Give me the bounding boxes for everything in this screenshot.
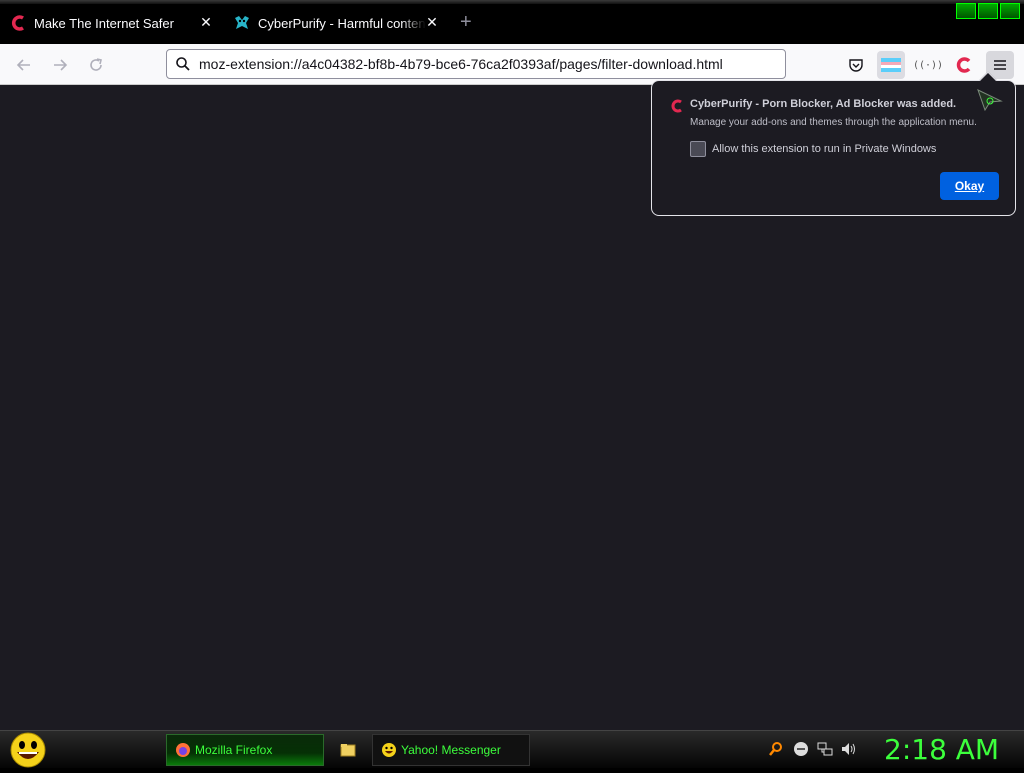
- extension-flag-icon[interactable]: [877, 51, 905, 79]
- forward-button[interactable]: [48, 53, 72, 77]
- mouse-cursor-icon: [977, 89, 1003, 116]
- extension-added-popup: CyberPurify - Porn Blocker, Ad Blocker w…: [651, 71, 1016, 216]
- network-icon[interactable]: [817, 741, 833, 757]
- browser-window: Make The Internet Safer ✕ CyberPurify - …: [0, 0, 1024, 730]
- cyberpurify-bird-icon: [234, 15, 250, 31]
- minimize-button[interactable]: [956, 3, 976, 19]
- close-tab-icon[interactable]: ✕: [198, 14, 214, 31]
- folder-icon: [340, 742, 356, 758]
- messenger-status-icon[interactable]: [793, 741, 809, 757]
- close-window-button[interactable]: [1000, 3, 1020, 19]
- tab-make-internet-safer[interactable]: Make The Internet Safer ✕: [10, 5, 220, 41]
- navigation-toolbar: moz-extension://a4c04382-bf8b-4b79-bce6-…: [0, 44, 1024, 85]
- tab-strip: Make The Internet Safer ✕ CyberPurify - …: [0, 0, 1024, 44]
- arrow-right-icon: [54, 59, 68, 71]
- window-controls: [956, 3, 1020, 21]
- close-tab-icon[interactable]: ✕: [424, 14, 440, 31]
- firefox-icon: [175, 742, 191, 758]
- okay-button[interactable]: Okay: [940, 172, 999, 200]
- popup-title: CyberPurify - Porn Blocker, Ad Blocker w…: [690, 98, 957, 110]
- url-text: moz-extension://a4c04382-bf8b-4b79-bce6-…: [199, 56, 723, 72]
- taskbar-item-label: Yahoo! Messenger: [401, 743, 501, 757]
- tab-title: Make The Internet Safer: [34, 15, 174, 31]
- smiley-start-icon[interactable]: [8, 732, 48, 768]
- popup-subtitle: Manage your add-ons and themes through t…: [690, 117, 977, 128]
- reload-button[interactable]: [84, 53, 108, 77]
- pocket-icon[interactable]: [842, 51, 870, 79]
- arrow-left-icon: [16, 59, 30, 71]
- volume-icon[interactable]: [841, 741, 857, 757]
- private-windows-label[interactable]: Allow this extension to run in Private W…: [712, 143, 936, 155]
- reload-icon: [90, 58, 102, 71]
- maximize-button[interactable]: [978, 3, 998, 19]
- url-bar[interactable]: moz-extension://a4c04382-bf8b-4b79-bce6-…: [166, 49, 786, 79]
- tab-title: CyberPurify - Harmful content f: [258, 15, 426, 31]
- cyberpurify-c-icon: [670, 99, 684, 113]
- clock: 2:18 AM: [884, 733, 1000, 766]
- search-icon[interactable]: [768, 741, 784, 757]
- cyberpurify-extension-icon[interactable]: [950, 51, 978, 79]
- new-tab-button[interactable]: +: [460, 12, 472, 32]
- taskbar-item-label: Mozilla Firefox: [195, 743, 273, 757]
- search-icon: [167, 56, 199, 72]
- tab-cyberpurify[interactable]: CyberPurify - Harmful content f ✕: [234, 5, 444, 41]
- yahoo-smiley-icon: [381, 742, 397, 758]
- taskbar-item-firefox[interactable]: Mozilla Firefox: [166, 734, 324, 766]
- taskbar: Mozilla Firefox Yahoo! Messenger 2:18 AM: [0, 730, 1024, 768]
- back-button[interactable]: [12, 53, 36, 77]
- taskbar-item-yahoo-messenger[interactable]: Yahoo! Messenger: [372, 734, 530, 766]
- taskbar-item-folder[interactable]: [340, 734, 360, 766]
- extension-dots-icon[interactable]: ((·)): [913, 51, 943, 79]
- private-windows-checkbox[interactable]: [690, 141, 706, 157]
- cyberpurify-c-icon: [10, 15, 26, 31]
